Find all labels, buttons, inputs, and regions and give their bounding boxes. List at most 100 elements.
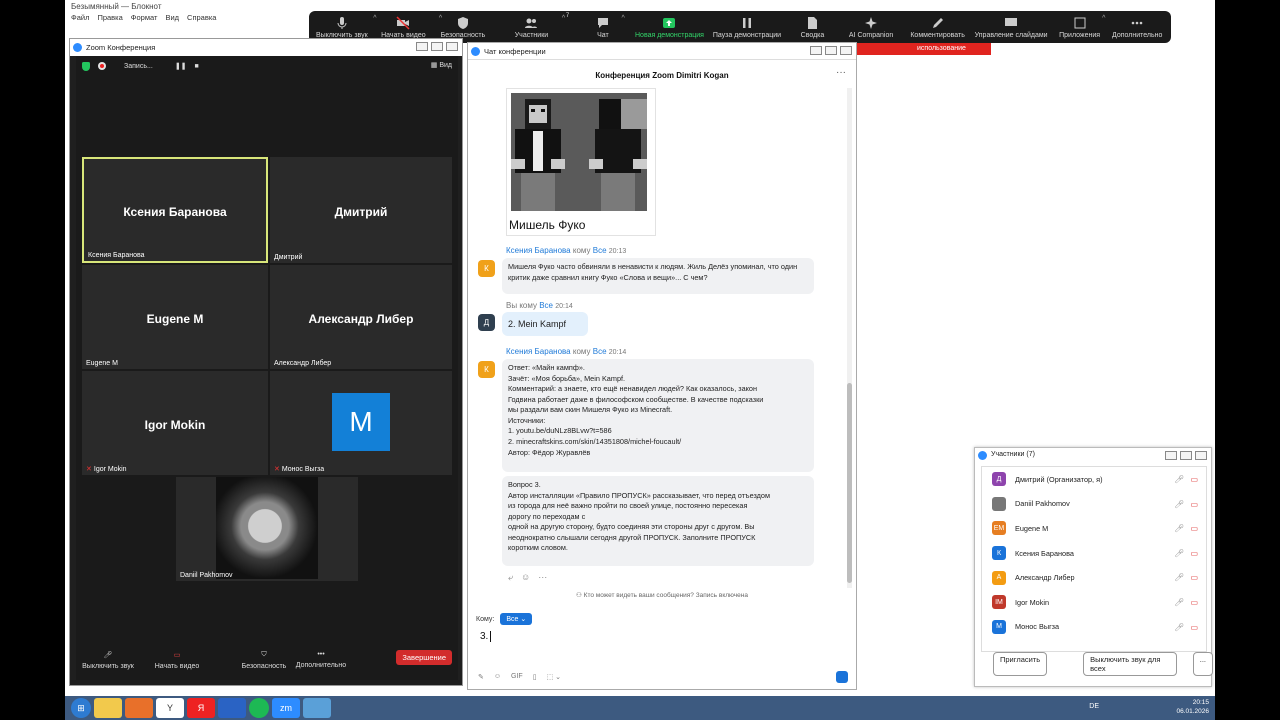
participant-name: Ксения Баранова	[1015, 548, 1074, 558]
participant-row[interactable]: К Ксения Баранова 🎤︎ ▭	[982, 541, 1206, 566]
firefox-icon[interactable]	[125, 698, 153, 718]
toolbar-pause-share-button[interactable]: Пауза демонстрации	[706, 13, 787, 43]
video-off-icon[interactable]: ▭	[1190, 623, 1198, 632]
reply-icon[interactable]: ⤶	[508, 572, 513, 583]
gif-button[interactable]: GIF	[511, 673, 523, 681]
toolbar-chat-button[interactable]: Чат ^	[573, 13, 633, 43]
maximize-button[interactable]	[431, 42, 443, 51]
zoom-meeting-window: Zoom Конференция Запись... ❚❚ ■ ▦ Вид Кс…	[69, 38, 463, 686]
format-icon[interactable]: ✎	[478, 673, 484, 681]
video-off-icon[interactable]: ▭	[1190, 475, 1198, 484]
explorer-icon[interactable]	[94, 698, 122, 718]
chat-window: Чат конференции Конференция Zoom Dimitri…	[467, 42, 857, 690]
menu-edit[interactable]: Правка	[97, 13, 122, 25]
mic-icon[interactable]: 🎤︎	[1174, 475, 1184, 484]
mic-icon[interactable]: 🎤︎	[1174, 500, 1184, 509]
close-button[interactable]	[1195, 451, 1207, 460]
save-icon[interactable]	[218, 698, 246, 718]
notepad-icon[interactable]	[303, 698, 331, 718]
menu-help[interactable]: Справка	[187, 13, 216, 25]
file-icon[interactable]: ▯	[533, 673, 537, 681]
participant-row[interactable]: IM Igor Mokin 🎤︎ ▭	[982, 590, 1206, 615]
emoji-icon[interactable]: ☺	[494, 673, 501, 681]
toolbar-summary-button[interactable]: Сводка	[788, 13, 838, 43]
language-indicator[interactable]: DE	[1089, 703, 1099, 710]
minimize-button[interactable]	[810, 46, 822, 55]
yandex-browser-icon[interactable]: Я	[187, 698, 215, 718]
bottom-video-button[interactable]: ▭ Начать видео	[144, 651, 210, 670]
zoom-icon[interactable]: zm	[272, 698, 300, 718]
video-tile[interactable]: Daniil Pakhomov	[176, 477, 358, 581]
chrome-icon[interactable]	[249, 698, 269, 718]
video-tile[interactable]: Ксения Баранова Ксения Баранова	[82, 157, 268, 263]
minimize-button[interactable]	[416, 42, 428, 51]
video-off-icon[interactable]: ▭	[1190, 573, 1198, 582]
close-button[interactable]	[446, 42, 458, 51]
yandex-icon[interactable]: Y	[156, 698, 184, 718]
video-off-icon[interactable]: ▭	[1190, 500, 1198, 509]
chat-message[interactable]: 2. Mein Kampf	[502, 312, 588, 336]
screenshot-icon[interactable]: ⬚ ⌄	[547, 673, 561, 681]
video-tile[interactable]: Дмитрий Дмитрий	[270, 157, 452, 263]
chat-message[interactable]: Мишеля Фуко часто обвиняли в ненависти к…	[502, 258, 814, 294]
toolbar-participants-button[interactable]: Участники 7 ^	[490, 13, 573, 43]
taskbar: ⊞ Y Я zm DE 20:15 06.01.2026	[65, 696, 1215, 720]
privacy-notice[interactable]: ⚇ Кто может видеть ваши сообщения? Запис…	[468, 591, 856, 599]
video-off-icon[interactable]: ▭	[1190, 524, 1198, 533]
chat-input[interactable]: 3.	[480, 631, 492, 642]
participant-row[interactable]: М Монос Выгза 🎤︎ ▭	[982, 615, 1206, 640]
start-icon[interactable]: ⊞	[71, 698, 91, 718]
participant-row[interactable]: Д Дмитрий (Организатор, я) 🎤︎ ▭	[982, 467, 1206, 492]
bottom-security-button[interactable]: ⛉ Безопасность	[234, 651, 294, 670]
video-off-icon[interactable]: ▭	[1190, 598, 1198, 607]
emoji-react-icon[interactable]: ☺	[521, 572, 530, 583]
chat-scrollbar[interactable]	[847, 88, 852, 588]
menu-file[interactable]: Файл	[71, 13, 89, 25]
stop-share-banner[interactable]: использование	[855, 43, 991, 55]
mute-all-button[interactable]: Выключить звук для всех	[1083, 652, 1177, 676]
bottom-mute-button[interactable]: 🎤︎ Выключить звук	[76, 651, 140, 670]
chat-message[interactable]: Ответ: «Майн кампф». Зачёт: «Моя борьба»…	[502, 359, 814, 472]
toolbar-more-button[interactable]: Дополнительно	[1107, 13, 1167, 43]
clock[interactable]: 20:15 06.01.2026	[1176, 698, 1209, 716]
minimize-button[interactable]	[1165, 451, 1177, 460]
maximize-button[interactable]	[1180, 451, 1192, 460]
chat-more-icon[interactable]: ···	[836, 67, 846, 78]
participant-row[interactable]: EM Eugene M 🎤︎ ▭	[982, 516, 1206, 541]
end-meeting-button[interactable]: Завершение	[396, 650, 452, 665]
pause-recording-icon[interactable]: ❚❚	[175, 62, 187, 70]
stop-recording-icon[interactable]: ■	[195, 63, 199, 70]
mic-icon[interactable]: 🎤︎	[1174, 549, 1184, 558]
toolbar-slides-button[interactable]: Управление слайдами	[970, 13, 1051, 43]
maximize-button[interactable]	[825, 46, 837, 55]
bottom-more-button[interactable]: ••• Дополнительно	[290, 651, 352, 669]
video-tile[interactable]: Eugene M Eugene M	[82, 265, 268, 369]
image-message[interactable]: Мишель Фуко	[506, 88, 656, 236]
recipient-dropdown[interactable]: Все ⌄	[500, 613, 533, 625]
toolbar-new-share-button[interactable]: Новая демонстрация	[633, 13, 706, 43]
video-tile[interactable]: M ✕ Монос Выгза	[270, 371, 452, 475]
mic-icon[interactable]: 🎤︎	[1174, 598, 1184, 607]
participant-row[interactable]: Daniil Pakhomov 🎤︎ ▭	[982, 492, 1206, 517]
video-off-icon[interactable]: ▭	[1190, 549, 1198, 558]
participant-status-icons: 🎤︎ ▭	[1174, 475, 1198, 484]
chat-message[interactable]: Вопрос 3. Автор инсталляции «Правило ПРО…	[502, 476, 814, 566]
send-button[interactable]	[836, 671, 848, 683]
toolbar-ai-companion-button[interactable]: AI Companion	[837, 13, 905, 43]
invite-button[interactable]: Пригласить	[993, 652, 1048, 676]
mic-icon[interactable]: 🎤︎	[1174, 524, 1184, 533]
video-tile[interactable]: Александр Либер Александр Либер	[270, 265, 452, 369]
video-tile[interactable]: Igor Mokin ✕ Igor Mokin	[82, 371, 268, 475]
view-button[interactable]: ▦ Вид	[431, 61, 452, 69]
mic-icon[interactable]: 🎤︎	[1174, 573, 1184, 582]
participants-footer: Пригласить Выключить звук для всех ...	[975, 652, 1213, 676]
participant-row[interactable]: А Александр Либер 🎤︎ ▭	[982, 565, 1206, 590]
toolbar-annotate-button[interactable]: Комментировать	[905, 13, 971, 43]
participants-more-button[interactable]: ...	[1192, 652, 1213, 676]
menu-view[interactable]: Вид	[165, 13, 179, 25]
more-icon[interactable]: ···	[538, 572, 547, 583]
close-button[interactable]	[840, 46, 852, 55]
toolbar-apps-button[interactable]: Приложения ^	[1052, 13, 1108, 43]
mic-icon[interactable]: 🎤︎	[1174, 623, 1184, 632]
menu-format[interactable]: Формат	[131, 13, 158, 25]
